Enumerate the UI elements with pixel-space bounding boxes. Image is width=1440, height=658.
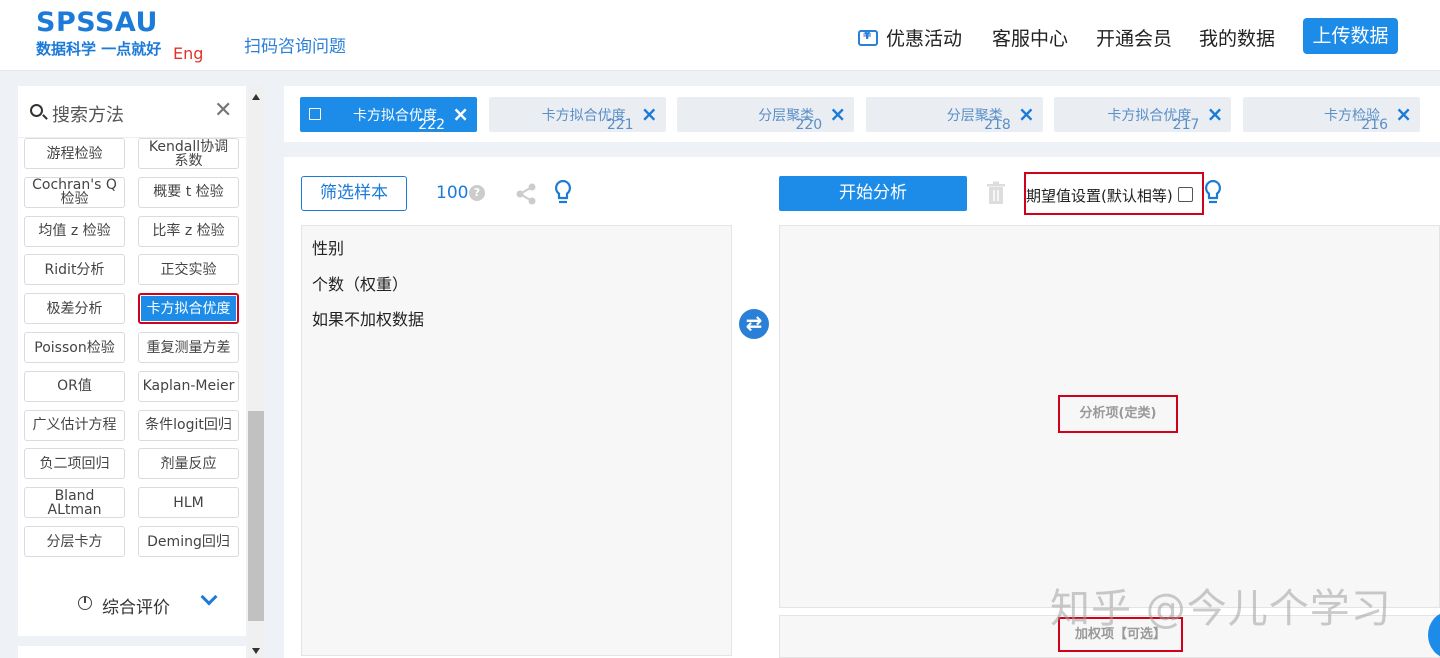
edit-icon [309,108,321,120]
scroll-thumb[interactable] [248,411,264,621]
logo-text: SPSSAU [36,7,158,38]
method-button[interactable]: Kendall协调系数 [138,138,239,169]
logo-slogan: 数据科学 一点就好 [36,40,162,58]
method-search[interactable]: 搜索方法 ✕ [18,86,246,138]
scroll-down-arrow[interactable] [252,648,260,654]
method-button[interactable]: 比率 z 检验 [138,215,239,247]
method-button[interactable]: 剂量反应 [138,448,239,480]
expected-value-label: 期望值设置(默认相等) [1026,187,1173,205]
variable-item[interactable]: 个数（权重） [312,271,408,295]
variable-list[interactable]: 性别个数（权重） 如果不加权数据 [301,225,732,656]
method-button[interactable]: Poisson检验 [24,332,125,363]
method-button[interactable]: 均值 z 检验 [24,215,125,247]
analysis-tab[interactable]: 卡方拟合优度 221 × [488,97,666,133]
nav-membership[interactable]: 开通会员 [1096,24,1172,51]
expected-value-setting[interactable]: 期望值设置(默认相等) [1024,172,1204,215]
analysis-tab[interactable]: 卡方拟合优度 217 × [1054,97,1232,133]
analysis-tab[interactable]: 分层聚类 220 × [677,97,855,133]
scan-consult-link[interactable]: 扫码咨询问题 [244,32,346,57]
top-header: SPSSAU 数据科学 一点就好 Eng 扫码咨询问题 优惠活动 客服中心 开通… [0,0,1440,71]
language-switch[interactable]: Eng [173,44,203,63]
method-button[interactable]: 概要 t 检验 [138,176,239,208]
close-icon[interactable]: × [1207,102,1224,126]
analysis-items-label: 分析项(定类) [1058,395,1178,433]
close-icon[interactable]: × [1018,102,1035,126]
upload-data-button[interactable]: 上传数据 [1303,18,1398,54]
group-comprehensive-evaluation[interactable]: 综合评价 [18,583,246,630]
search-icon [30,104,43,117]
method-button[interactable]: 卡方拟合优度 [138,293,239,325]
sidebar-scrollbar[interactable] [248,86,264,658]
method-button[interactable]: Deming回归 [138,526,239,557]
search-input[interactable]: 搜索方法 [52,101,124,127]
analysis-tab[interactable]: 卡方拟合优度 222 × [300,97,477,133]
analysis-tab[interactable]: 卡方检验 216 × [1243,97,1420,133]
tab-number: 221 [606,117,634,133]
help-icon[interactable]: ? [469,185,485,201]
tab-number: 222 [418,117,445,133]
method-button[interactable]: 游程检验 [24,138,125,169]
tab-number: 220 [795,117,823,133]
method-button[interactable]: 负二项回归 [24,448,125,480]
filter-sample-button[interactable]: 筛选样本 [301,176,407,211]
scroll-up-arrow[interactable] [252,94,260,100]
method-button[interactable]: Bland ALtman [24,487,125,519]
pie-chart-icon [78,596,92,610]
nav-promotions-label: 优惠活动 [886,28,963,50]
method-button[interactable]: 正交实验 [138,254,239,286]
spssau-logo[interactable]: SPSSAU 数据科学 一点就好 [36,7,186,67]
nav-my-data[interactable]: 我的数据 [1199,24,1275,51]
method-button[interactable]: 重复测量方差 [138,332,239,363]
trash-icon[interactable] [986,181,1006,205]
lightbulb-icon[interactable] [553,179,573,207]
nav-service-center[interactable]: 客服中心 [992,24,1068,51]
method-button[interactable]: 条件logit回归 [138,409,239,441]
method-button[interactable]: Cochran's Q 检验 [24,176,125,208]
start-analysis-button[interactable]: 开始分析 [779,176,967,211]
swap-icon[interactable]: ⇄ [739,309,769,339]
clear-search-icon[interactable]: ✕ [214,98,232,123]
method-button[interactable]: 分层卡方 [24,526,125,557]
chevron-down-icon [200,588,218,606]
method-button[interactable]: 极差分析 [24,293,125,325]
method-button[interactable]: OR值 [24,370,125,402]
analysis-tabs-bar: 卡方拟合优度 222 × 卡方拟合优度 221 × 分层聚类 220 × 分层聚类 218 × 卡方拟合… [284,86,1440,142]
group-label: 综合评价 [102,598,170,618]
close-icon[interactable]: × [1395,102,1412,126]
close-icon[interactable]: × [641,102,658,126]
close-icon[interactable]: × [452,102,469,126]
lightbulb-icon[interactable] [1203,179,1223,207]
coupon-icon [858,28,878,46]
method-button[interactable]: Kaplan-Meier [138,370,239,402]
tab-number: 218 [984,117,1011,133]
method-button[interactable]: 广义估计方程 [24,409,125,441]
analysis-tab[interactable]: 分层聚类 218 × [865,97,1043,133]
variable-item[interactable]: 如果不加权数据 [312,306,424,330]
close-icon[interactable]: × [829,102,846,126]
share-icon[interactable] [514,182,538,206]
sidebar-next-group [18,646,246,658]
nav-promotions[interactable]: 优惠活动 [858,24,962,51]
sample-count: 100 [436,183,469,203]
expected-value-checkbox[interactable] [1178,187,1193,202]
method-button[interactable]: Ridit分析 [24,254,125,286]
variable-item[interactable]: 性别 [312,235,344,259]
tab-number: 217 [1172,117,1200,133]
method-sidebar: 搜索方法 ✕ 游程检验 Kendall协调系数 Cochran's Q 检验 概要 t… [18,86,246,636]
tab-number: 216 [1361,117,1388,133]
method-button[interactable]: HLM [138,487,239,519]
zhihu-watermark: 知乎 @今儿个学习 [1050,586,1392,632]
